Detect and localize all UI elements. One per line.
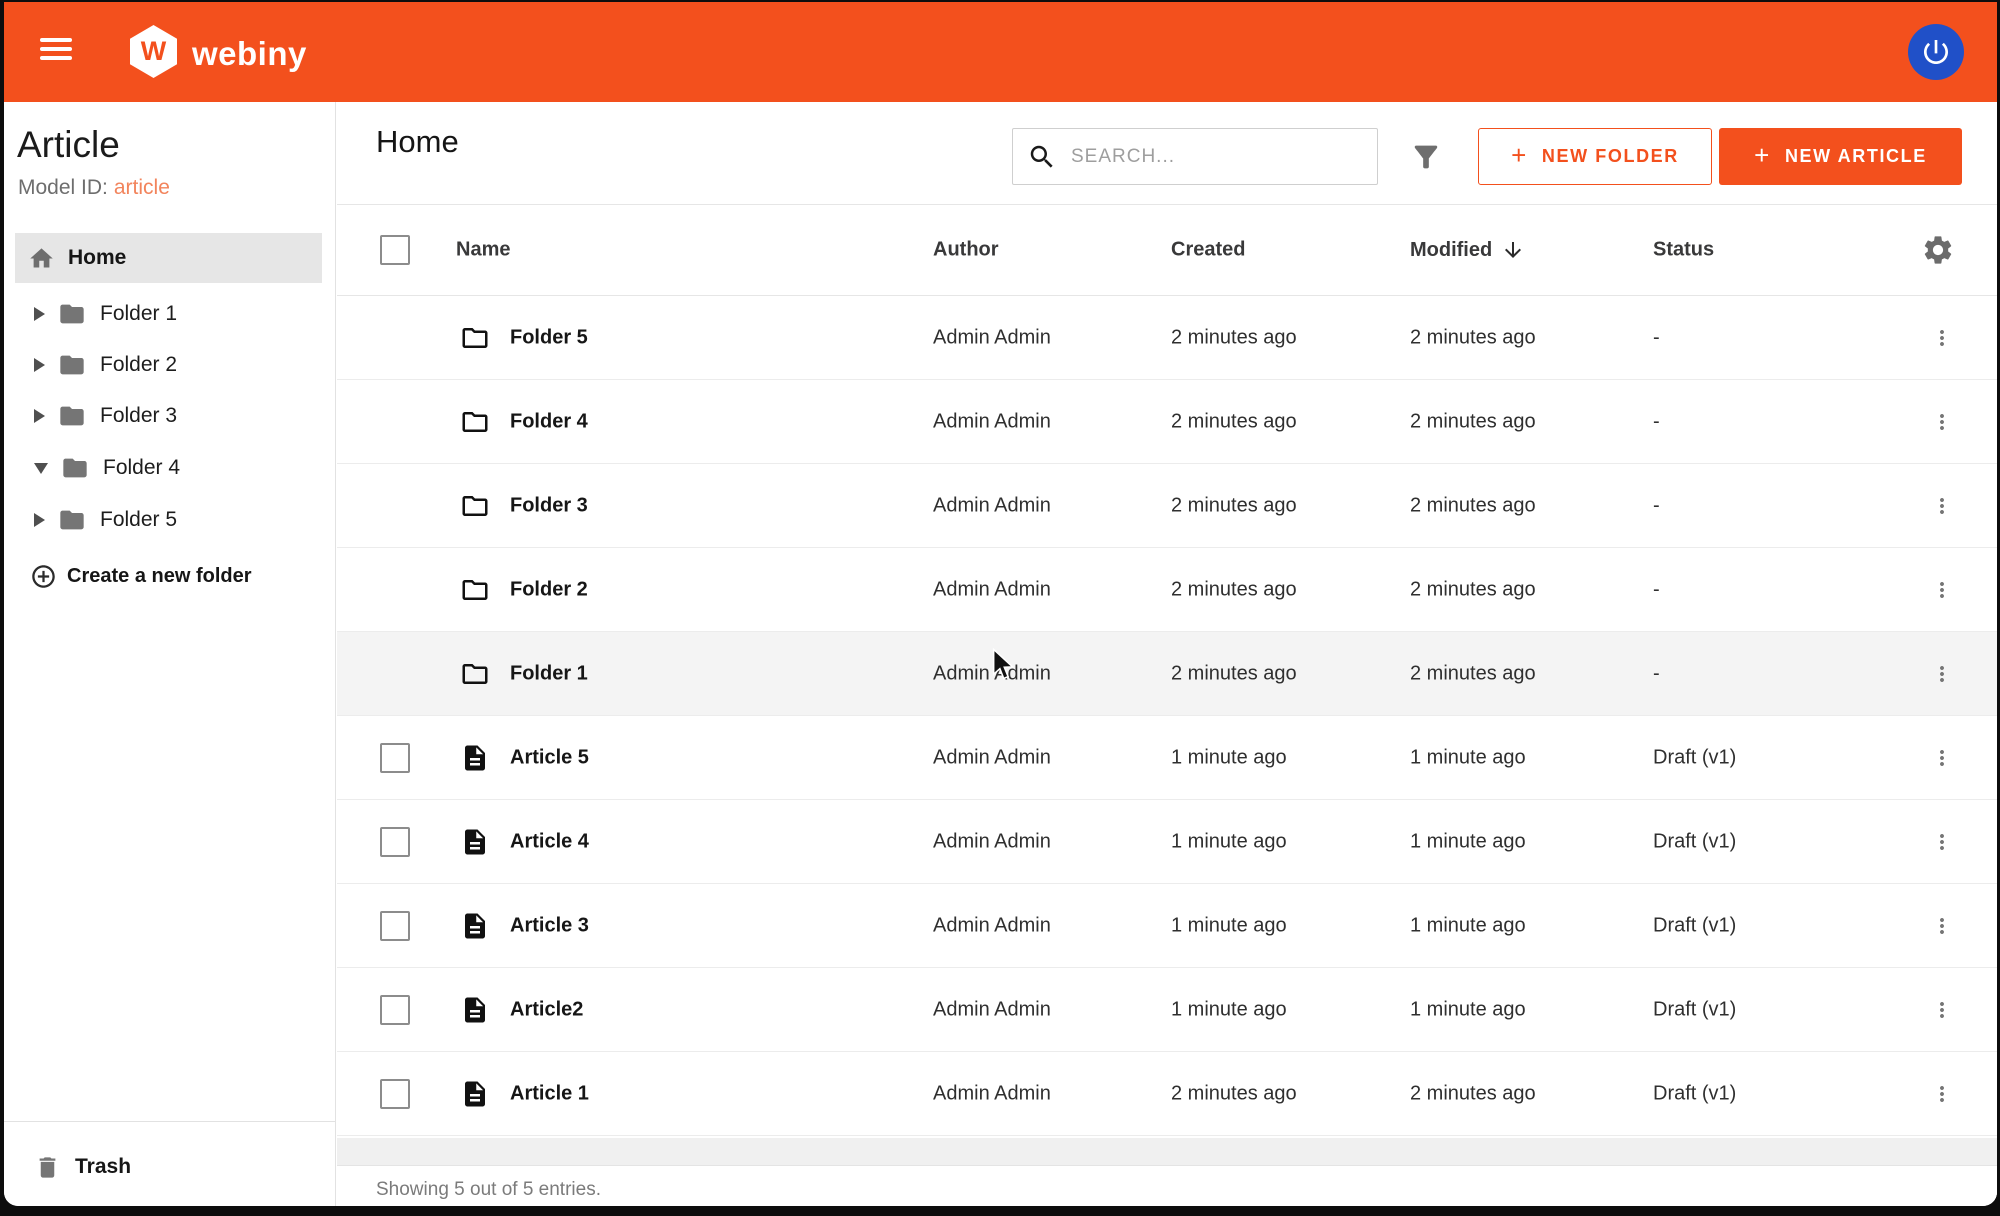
row-checkbox[interactable] — [380, 1079, 410, 1109]
column-header-modified[interactable]: Modified — [1410, 238, 1525, 262]
row-checkbox[interactable] — [380, 827, 410, 857]
document-icon — [460, 911, 490, 941]
row-menu-icon[interactable] — [1930, 578, 1954, 602]
table-row[interactable]: Folder 1 Admin Admin 2 minutes ago 2 min… — [337, 632, 1997, 716]
search-icon — [1027, 142, 1057, 172]
chevron-right-icon[interactable] — [34, 358, 45, 372]
model-id-label: Model ID: — [18, 176, 108, 199]
folder-outline-icon — [460, 491, 490, 521]
folder-icon — [58, 300, 86, 328]
model-id: Model ID: article — [18, 176, 170, 200]
select-all-checkbox[interactable] — [380, 235, 410, 265]
folder-outline-icon — [460, 407, 490, 437]
folder-icon — [58, 351, 86, 379]
filter-icon[interactable] — [1409, 140, 1443, 174]
top-navigation-bar: W webiny — [4, 2, 1997, 102]
status-badge: Draft (v1) — [1653, 998, 1736, 1021]
table-row[interactable]: Article 5 Admin Admin 1 minute ago 1 min… — [337, 716, 1997, 800]
search-input[interactable] — [1071, 146, 1341, 168]
table-row[interactable]: Article2 Admin Admin 1 minute ago 1 minu… — [337, 968, 1997, 1052]
breadcrumb: Home — [376, 124, 459, 160]
sidebar-item-folder-2[interactable]: Folder 2 — [15, 340, 322, 390]
table-row[interactable]: Article 1 Admin Admin 2 minutes ago 2 mi… — [337, 1052, 1997, 1136]
document-icon — [460, 743, 490, 773]
app-window: W webiny Article Model ID: article Home F… — [4, 2, 1997, 1206]
table-row[interactable]: Article 4 Admin Admin 1 minute ago 1 min… — [337, 800, 1997, 884]
table-footer: Showing 5 out of 5 entries. — [337, 1165, 1997, 1206]
sidebar-item-folder-3[interactable]: Folder 3 — [15, 391, 322, 441]
chevron-right-icon[interactable] — [34, 513, 45, 527]
row-menu-icon[interactable] — [1930, 410, 1954, 434]
home-icon — [28, 245, 55, 272]
row-checkbox[interactable] — [380, 911, 410, 941]
brand-name: webiny — [192, 35, 307, 73]
status-badge: Draft (v1) — [1653, 830, 1736, 853]
row-menu-icon[interactable] — [1930, 326, 1954, 350]
new-article-button[interactable]: + NEW ARTICLE — [1719, 128, 1962, 185]
folder-icon — [58, 506, 86, 534]
row-menu-icon[interactable] — [1930, 998, 1954, 1022]
menu-icon[interactable] — [40, 38, 74, 66]
row-checkbox[interactable] — [380, 995, 410, 1025]
sidebar-item-home[interactable]: Home — [15, 233, 322, 283]
row-menu-icon[interactable] — [1930, 830, 1954, 854]
folder-icon — [58, 402, 86, 430]
table-row[interactable]: Folder 3 Admin Admin 2 minutes ago 2 min… — [337, 464, 1997, 548]
model-title: Article — [17, 124, 120, 166]
sort-descending-icon — [1501, 238, 1525, 262]
create-new-folder-button[interactable]: Create a new folder — [15, 551, 322, 601]
folder-outline-icon — [460, 323, 490, 353]
column-header-name[interactable]: Name — [456, 239, 510, 262]
sidebar-item-folder-1[interactable]: Folder 1 — [15, 289, 322, 339]
status-badge: Draft (v1) — [1653, 1082, 1736, 1105]
table-row[interactable]: Folder 5 Admin Admin 2 minutes ago 2 min… — [337, 296, 1997, 380]
chevron-right-icon[interactable] — [34, 307, 45, 321]
chevron-right-icon[interactable] — [34, 409, 45, 423]
entries-summary: Showing 5 out of 5 entries. — [376, 1179, 601, 1201]
user-avatar[interactable] — [1908, 24, 1964, 80]
search-box — [1012, 128, 1378, 185]
row-checkbox[interactable] — [380, 743, 410, 773]
webiny-logo-icon[interactable]: W — [130, 25, 177, 78]
document-icon — [460, 995, 490, 1025]
sidebar-item-folder-5[interactable]: Folder 5 — [15, 495, 322, 545]
plus-icon: + — [1511, 140, 1528, 171]
sidebar: Article Model ID: article Home Folder 1 F… — [4, 102, 336, 1206]
horizontal-scrollbar[interactable] — [337, 1138, 1997, 1165]
table-row[interactable]: Article 3 Admin Admin 1 minute ago 1 min… — [337, 884, 1997, 968]
row-menu-icon[interactable] — [1930, 662, 1954, 686]
sidebar-footer: Trash — [4, 1121, 335, 1122]
row-menu-icon[interactable] — [1930, 914, 1954, 938]
new-folder-button[interactable]: + NEW FOLDER — [1478, 128, 1712, 185]
folder-outline-icon — [460, 575, 490, 605]
document-icon — [460, 827, 490, 857]
plus-circle-icon — [30, 563, 57, 590]
row-menu-icon[interactable] — [1930, 494, 1954, 518]
table-settings-gear-icon[interactable] — [1921, 233, 1955, 267]
chevron-down-icon[interactable] — [34, 463, 48, 474]
folder-outline-icon — [460, 659, 490, 689]
column-header-status[interactable]: Status — [1653, 239, 1714, 262]
table-row[interactable]: Folder 2 Admin Admin 2 minutes ago 2 min… — [337, 548, 1997, 632]
table-row[interactable]: Folder 4 Admin Admin 2 minutes ago 2 min… — [337, 380, 1997, 464]
document-icon — [460, 1079, 490, 1109]
sidebar-item-folder-4[interactable]: Folder 4 — [15, 443, 322, 493]
main-content: Home + NEW FOLDER + NEW ARTICLE Name Aut… — [337, 102, 1997, 1206]
column-header-author[interactable]: Author — [933, 239, 999, 262]
trash-icon — [34, 1154, 61, 1181]
table-header: Name Author Created Modified Status — [337, 204, 1997, 296]
folder-icon — [61, 454, 89, 482]
trash-button[interactable]: Trash — [15, 1142, 322, 1192]
row-menu-icon[interactable] — [1930, 1082, 1954, 1106]
status-badge: Draft (v1) — [1653, 746, 1736, 769]
status-badge: Draft (v1) — [1653, 914, 1736, 937]
model-id-value[interactable]: article — [114, 176, 170, 199]
plus-icon: + — [1754, 140, 1771, 171]
column-header-created[interactable]: Created — [1171, 239, 1245, 262]
power-icon — [1920, 36, 1952, 68]
row-menu-icon[interactable] — [1930, 746, 1954, 770]
